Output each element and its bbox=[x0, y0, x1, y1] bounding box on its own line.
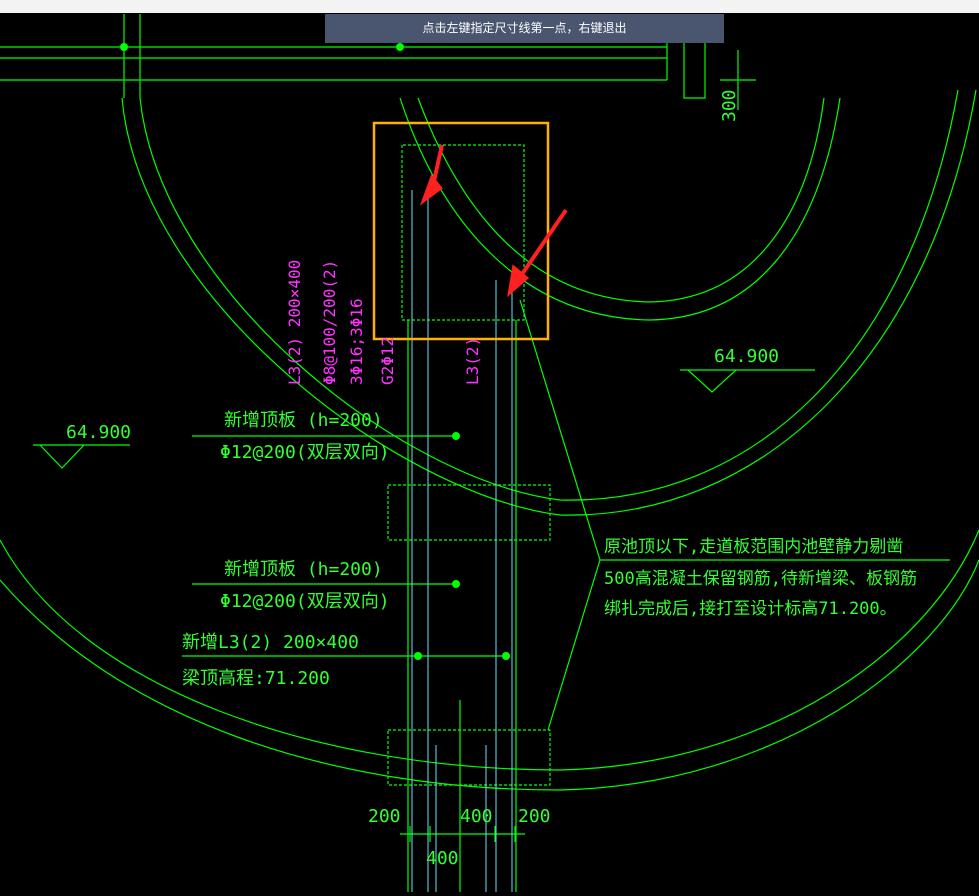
slab-note-1-rebar: Φ12@200(双层双向) bbox=[220, 442, 390, 463]
beam-label-line-3: 3Φ16;3Φ16 bbox=[347, 298, 366, 385]
beam-label-line-2: Φ8@100/200(2) bbox=[320, 260, 339, 385]
wall-note-line-3: 绑扎完成后,接打至设计标高71.200。 bbox=[604, 599, 897, 619]
beam-note-title: 新增L3(2) 200×400 bbox=[182, 632, 359, 653]
text-annotations: 64.900 64.900 新增顶板 (h=200) Φ12@200(双层双向)… bbox=[66, 89, 917, 869]
dim-400-total: 400 bbox=[426, 848, 459, 869]
beam-labels: L3(2) 200×400 Φ8@100/200(2) 3Φ16;3Φ16 G2… bbox=[285, 260, 482, 385]
command-prompt: 点击左键指定尺寸线第一点，右键退出 bbox=[325, 14, 724, 43]
drawing-geometry bbox=[0, 14, 979, 892]
elevation-left: 64.900 bbox=[66, 422, 131, 443]
wall-note-line-2: 500高混凝土保留钢筋,待新增梁、板钢筋 bbox=[604, 569, 917, 589]
drawing-svg[interactable]: L3(2) 200×400 Φ8@100/200(2) 3Φ16;3Φ16 G2… bbox=[0, 0, 979, 892]
top-strip bbox=[0, 0, 979, 13]
dim-200-left: 200 bbox=[368, 806, 401, 827]
elevation-right: 64.900 bbox=[714, 346, 779, 367]
slab-note-1-title: 新增顶板 (h=200) bbox=[224, 410, 383, 431]
slab-note-2-title: 新增顶板 (h=200) bbox=[224, 559, 383, 580]
cad-drawing-canvas[interactable]: L3(2) 200×400 Φ8@100/200(2) 3Φ16;3Φ16 G2… bbox=[0, 0, 979, 892]
slab-note-2-rebar: Φ12@200(双层双向) bbox=[220, 591, 390, 612]
dim-200-right: 200 bbox=[518, 806, 551, 827]
beam-label-line-1: L3(2) 200×400 bbox=[285, 260, 304, 385]
dim-300: 300 bbox=[719, 89, 740, 122]
beam-label-line-4: G2Φ12 bbox=[378, 337, 397, 385]
dim-400: 400 bbox=[460, 806, 493, 827]
beam-note-elevation: 梁顶高程:71.200 bbox=[182, 668, 330, 689]
beam-label-right: L3(2) bbox=[463, 337, 482, 385]
red-arrows bbox=[419, 144, 568, 298]
wall-note-line-1: 原池顶以下,走道板范围内池壁静力剔凿 bbox=[604, 537, 903, 557]
cyan-beam-lines bbox=[411, 190, 513, 892]
